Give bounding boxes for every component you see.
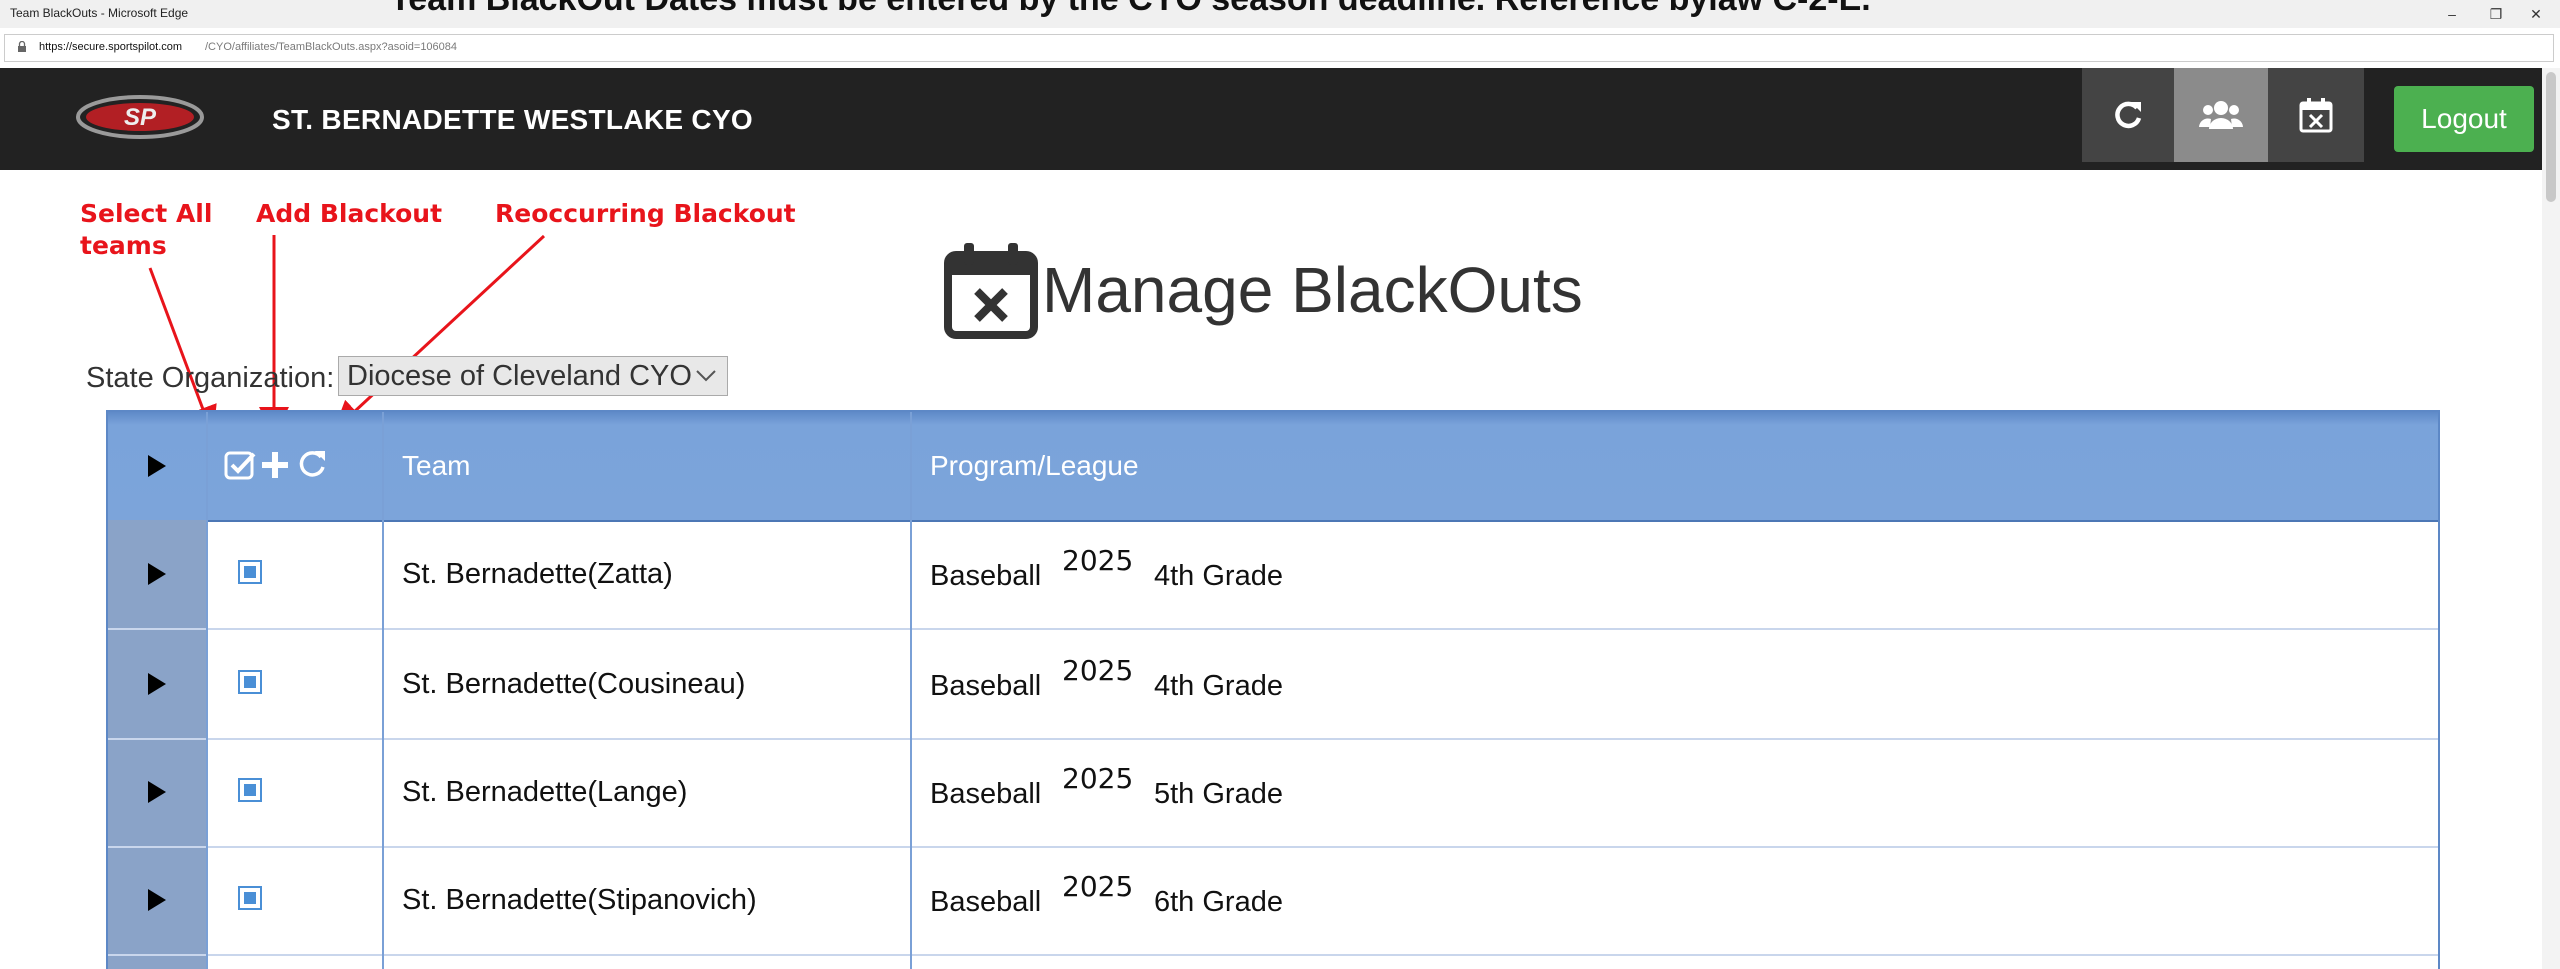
table-row: St. Bernadette(Cousineau) Baseball 2025 … [108, 630, 2438, 740]
team-name: St. Bernadette(Zatta) [402, 558, 673, 590]
page-title: Manage BlackOuts [1042, 254, 1583, 326]
org-name: ST. BERNADETTE WESTLAKE CYO [272, 104, 754, 135]
page-title-block: Manage BlackOuts [944, 238, 1583, 342]
state-org-label: State Organization: [86, 362, 335, 394]
window-title: Team BlackOuts - Microsoft Edge [10, 6, 189, 20]
url-path: /CYO/affiliates/TeamBlackOuts.aspx?asoid… [205, 41, 458, 53]
annotation-add-blackout: Add Blackout [256, 199, 443, 228]
table-row: St. Bernadette(Stipanovich) Baseball 202… [108, 846, 2438, 956]
table-row: St. Bernadette(Zatta) Baseball 2025 4th … [108, 520, 2438, 630]
annotation-select-all-line2: teams [80, 231, 167, 260]
minimize-button[interactable]: – [2432, 2, 2472, 26]
column-header-team[interactable]: Team [402, 450, 470, 482]
expand-icon [148, 781, 166, 803]
program-grade: 6th Grade [1154, 886, 1283, 918]
state-org-select[interactable]: Diocese of Cleveland CYO [338, 356, 728, 396]
svg-text:SP: SP [124, 104, 157, 131]
row-expand-button[interactable] [108, 738, 206, 846]
select-all-icon[interactable] [224, 450, 258, 480]
row-checkbox[interactable] [238, 886, 262, 910]
program-year: 2025 [1062, 544, 1134, 577]
teams-button[interactable] [2174, 68, 2268, 162]
grid-header: Team Program/League [108, 412, 2438, 522]
calendar-x-icon [2299, 98, 2333, 133]
url-host: https://secure.sportspilot.com [39, 41, 183, 53]
program-year: 2025 [1062, 870, 1134, 903]
expand-icon [148, 455, 166, 477]
table-row: St. Bernadette(Lange) Baseball 2025 5th … [108, 738, 2438, 848]
overlay-caption: Team BlackOut Dates must be entered by t… [390, 0, 1871, 19]
column-divider [910, 412, 912, 969]
row-expand-button[interactable] [108, 630, 206, 738]
restore-button[interactable]: ❐ [2476, 2, 2516, 26]
team-name: St. Bernadette(Stipanovich) [402, 884, 757, 916]
logout-button[interactable]: Logout [2394, 86, 2534, 152]
window-titlebar: Team BlackOuts - Microsoft Edge Team Bla… [0, 0, 2560, 28]
url-field[interactable]: https://secure.sportspilot.com /CYO/affi… [4, 34, 2554, 62]
team-name: St. Bernadette(Lange) [402, 776, 688, 808]
program-year: 2025 [1062, 762, 1134, 795]
expand-icon [148, 673, 166, 695]
refresh-button[interactable] [2082, 68, 2174, 162]
sportspilot-logo[interactable]: SP [74, 92, 206, 142]
address-bar: https://secure.sportspilot.com /CYO/affi… [0, 28, 2560, 69]
row-checkbox[interactable] [238, 670, 262, 694]
blackouts-grid: Team Program/League St. Bernadette(Zatta… [106, 410, 2440, 969]
expand-icon [148, 563, 166, 585]
recurring-icon[interactable] [296, 448, 328, 480]
team-name: St. Bernadette(Cousineau) [402, 668, 746, 700]
program-sport: Baseball [930, 670, 1042, 702]
program-grade: 4th Grade [1154, 670, 1283, 702]
chevron-down-icon [696, 370, 716, 382]
scrollbar-thumb[interactable] [2546, 72, 2556, 202]
program-grade: 5th Grade [1154, 778, 1283, 810]
row-expand-button[interactable] [108, 846, 206, 954]
program-sport: Baseball [930, 886, 1042, 918]
row-expand-button[interactable] [108, 520, 206, 628]
column-divider [206, 412, 208, 969]
plus-icon[interactable] [260, 450, 290, 480]
page-scrollbar[interactable] [2542, 68, 2560, 969]
column-header-program[interactable]: Program/League [930, 450, 1139, 482]
lock-icon [18, 41, 26, 52]
close-window-button[interactable]: ✕ [2516, 2, 2556, 26]
refresh-icon [2115, 101, 2142, 129]
expand-icon [148, 889, 166, 911]
column-divider [382, 412, 384, 969]
expand-all-button[interactable] [108, 412, 206, 520]
annotation-reoccurring: Reoccurring Blackout [495, 199, 796, 228]
program-sport: Baseball [930, 560, 1042, 592]
state-org-value: Diocese of Cleveland CYO [347, 359, 692, 392]
blackouts-button[interactable] [2268, 68, 2364, 162]
program-grade: 4th Grade [1154, 560, 1283, 592]
program-sport: Baseball [930, 778, 1042, 810]
program-year: 2025 [1062, 654, 1134, 687]
site-header: SP ST. BERNADETTE WESTLAKE CYO Logout [0, 68, 2542, 170]
calendar-x-icon [944, 243, 1038, 339]
annotation-select-all: Select All teams [80, 198, 212, 262]
teams-icon [2199, 101, 2243, 129]
row-checkbox[interactable] [238, 778, 262, 802]
annotation-select-all-line1: Select All [80, 199, 213, 228]
row-checkbox[interactable] [238, 560, 262, 584]
